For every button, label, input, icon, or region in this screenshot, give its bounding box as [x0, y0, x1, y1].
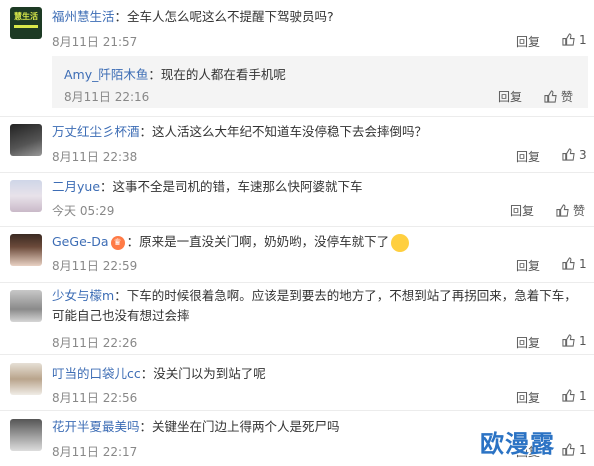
comment-time: 今天 05:29 — [52, 204, 115, 218]
comment-item: 慧生活 福州慧生活：全车人怎么呢这么不提醒下驾驶员吗? 8月11日 21:57 … — [0, 0, 594, 116]
thumbs-up-icon — [556, 204, 569, 217]
avatar[interactable] — [10, 419, 42, 451]
thumbs-up-icon — [562, 33, 575, 46]
like-count: 3 — [579, 148, 587, 162]
thumbs-up-icon — [562, 334, 575, 347]
comment-item: 万丈红尘彡杯酒：这人活这么大年纪不知道车没停稳下去会摔倒吗？ 8月11日 22:… — [0, 117, 594, 173]
comment-text: ：下车的时候很着急啊。应该是到要去的地方了，不想到站了再拐回来，急着下车，可能自… — [52, 288, 577, 323]
like-count: 1 — [579, 334, 587, 348]
reply-button[interactable]: 回复 — [498, 88, 522, 105]
comment-author[interactable]: 叮当的口袋儿cc — [52, 366, 141, 381]
thumbs-up-icon — [562, 257, 575, 270]
thumbs-up-icon — [562, 443, 575, 456]
comment-author[interactable]: GeGe-Da — [52, 234, 109, 249]
avatar[interactable] — [10, 363, 42, 395]
reply-button[interactable]: 回复 — [516, 389, 540, 406]
comment-text: ：原来是一直没关门啊，奶奶哟，没停车就下了 — [126, 234, 390, 249]
watermark-logo: 欧漫露 — [480, 430, 555, 458]
reply-button[interactable]: 回复 — [516, 334, 540, 351]
thumbs-up-icon — [562, 389, 575, 402]
thumbs-up-icon — [544, 90, 557, 103]
comment-author[interactable]: 福州慧生活 — [52, 9, 115, 24]
reply-button[interactable]: 回复 — [516, 257, 540, 274]
like-button[interactable]: 赞 — [544, 88, 573, 105]
like-button[interactable]: 1 — [562, 389, 587, 403]
like-count: 1 — [579, 33, 587, 47]
comment-time: 8月11日 22:59 — [52, 259, 138, 273]
like-count: 1 — [579, 257, 587, 271]
avatar[interactable]: 慧生活 — [10, 7, 42, 39]
comment-text: ：关键坐在门边上得两个人是死尸吗 — [139, 419, 340, 434]
comment-text: ：全车人怎么呢这么不提醒下驾驶员吗? — [114, 9, 334, 24]
avatar[interactable] — [10, 124, 42, 156]
like-button[interactable]: 赞 — [556, 202, 585, 219]
like-button[interactable]: 1 — [562, 33, 587, 47]
blush-emoji-icon — [391, 233, 410, 252]
reply-button[interactable]: 回复 — [516, 148, 540, 165]
like-button[interactable]: 1 — [562, 443, 587, 457]
like-label: 赞 — [561, 90, 574, 104]
avatar[interactable] — [10, 234, 42, 266]
reply-author[interactable]: Amy_阡陌木鱼 — [64, 67, 148, 82]
thumbs-up-icon — [562, 148, 575, 161]
comment-text: ：这事不全是司机的错，车速那么快阿婆就下车 — [100, 179, 363, 194]
reply-button[interactable]: 回复 — [516, 33, 540, 50]
comment-item: 二月yue：这事不全是司机的错，车速那么快阿婆就下车 今天 05:29 回复 赞 — [0, 173, 594, 227]
comment-text: ：没关门以为到站了呢 — [140, 366, 266, 381]
comment-item: 少女与檬m：下车的时候很着急啊。应该是到要去的地方了，不想到站了再拐回来，急着下… — [0, 283, 594, 353]
like-count: 1 — [579, 389, 587, 403]
like-button[interactable]: 1 — [562, 257, 587, 271]
comment-time: 8月11日 22:38 — [52, 150, 138, 164]
sub-reply: Amy_阡陌木鱼：现在的人都在看手机呢 8月11日 22:16 回复 赞 — [52, 56, 588, 108]
comment-time: 8月11日 22:26 — [52, 336, 138, 350]
comment-time: 8月11日 21:57 — [52, 35, 138, 49]
comment-text: ：这人活这么大年纪不知道车没停稳下去会摔倒吗？ — [139, 124, 428, 139]
reply-text: ：现在的人都在看手机呢 — [148, 67, 286, 82]
comment-author[interactable]: 二月yue — [52, 179, 100, 194]
like-label: 赞 — [573, 204, 586, 218]
comment-author[interactable]: 少女与檬m — [52, 288, 114, 303]
comment-item: 叮当的口袋儿cc：没关门以为到站了呢 8月11日 22:56 回复 1 — [0, 355, 594, 409]
reply-button[interactable]: 回复 — [510, 202, 534, 219]
like-button[interactable]: 1 — [562, 334, 587, 348]
vip-badge-icon: ♛ — [110, 235, 125, 250]
avatar[interactable] — [10, 290, 42, 322]
comment-author[interactable]: 花开半夏最美吗 — [52, 419, 140, 434]
avatar-logo-text: 慧生活 — [14, 12, 38, 21]
comment-time: 8月11日 22:17 — [52, 445, 138, 459]
like-button[interactable]: 3 — [562, 148, 587, 162]
reply-time: 8月11日 22:16 — [64, 90, 150, 104]
avatar[interactable] — [10, 180, 42, 212]
comment-item: GeGe-Da ♛ ：原来是一直没关门啊，奶奶哟，没停车就下了 8月11日 22:5… — [0, 227, 594, 283]
comment-author[interactable]: 万丈红尘彡杯酒 — [52, 124, 140, 139]
like-count: 1 — [579, 443, 587, 457]
comment-time: 8月11日 22:56 — [52, 391, 138, 405]
